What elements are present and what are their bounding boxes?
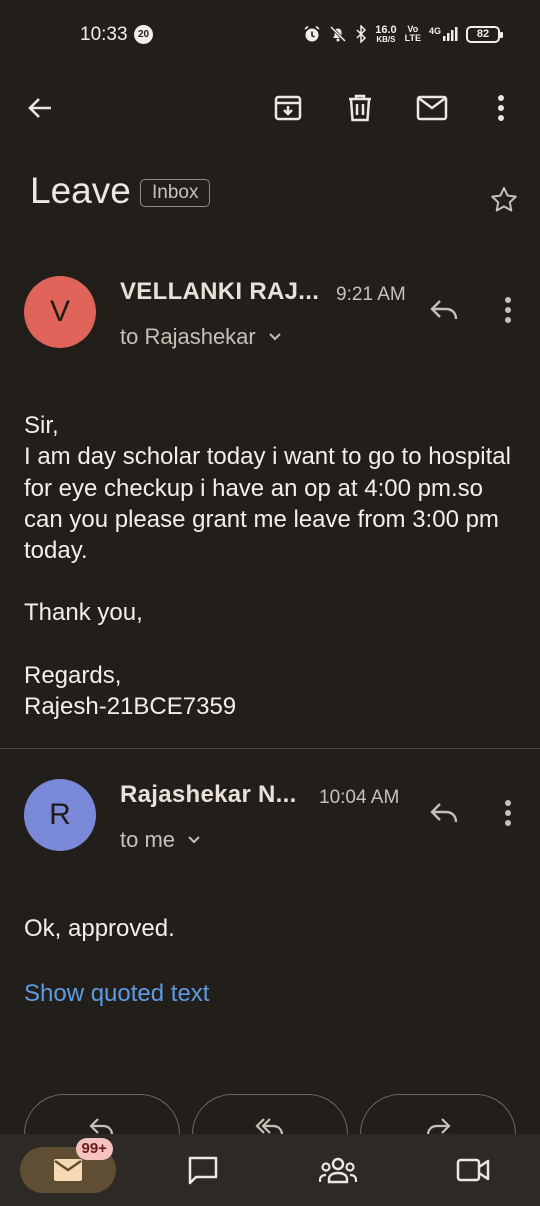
battery-indicator: 82 (466, 25, 503, 43)
recipient-details-toggle[interactable]: to me (120, 827, 201, 853)
body-line: Ok, approved. (24, 915, 175, 942)
message-time: 10:04 AM (319, 787, 400, 808)
recipient-text: to me (120, 827, 176, 852)
avatar[interactable]: R (24, 779, 96, 851)
bluetooth-icon (355, 25, 367, 43)
recipient-details-toggle[interactable]: to Rajashekar (120, 324, 282, 350)
nav-spaces[interactable] (270, 1134, 405, 1206)
spaces-icon (318, 1157, 357, 1184)
reply-button[interactable] (424, 793, 464, 833)
mail-unread-badge: 99+ (75, 1138, 113, 1160)
message-time: 9:21 AM (336, 284, 406, 305)
message-divider (0, 748, 540, 749)
notification-count-badge: 20 (134, 25, 153, 44)
nav-mail-active-indicator: 99+ (19, 1138, 116, 1193)
status-time: 10:33 (80, 24, 128, 45)
message-more-button[interactable] (490, 290, 526, 330)
nav-mail[interactable]: 99+ (0, 1134, 135, 1206)
star-icon (491, 187, 517, 212)
alarm-icon (303, 25, 321, 43)
volte-bottom: LTE (404, 33, 421, 43)
signal-icon: 4G (429, 26, 458, 42)
mute-icon (329, 25, 347, 43)
archive-icon (274, 95, 302, 121)
net-speed: 16.0 KB/S (375, 23, 397, 44)
delete-icon (349, 94, 371, 122)
sender-name: VELLANKI RAJ... (120, 278, 320, 305)
reply-button[interactable] (424, 290, 464, 330)
email-toolbar (0, 78, 540, 138)
message-header[interactable]: R Rajashekar N... 10:04 AM to me (0, 779, 540, 863)
inbox-label-chip[interactable]: Inbox (140, 179, 211, 207)
reply-icon (430, 803, 458, 823)
nav-meet[interactable] (405, 1134, 540, 1206)
status-bar: 10:33 20 16.0 KB/S Vo LTE 4G 82 (0, 0, 540, 68)
subject-row: Leave Inbox (30, 168, 540, 220)
back-button[interactable] (16, 78, 64, 138)
net-speed-value: 16.0 (375, 23, 397, 36)
mark-unread-button[interactable] (408, 78, 456, 138)
chevron-down-icon (269, 333, 281, 341)
message-body: Ok, approved. (24, 913, 524, 944)
back-arrow-icon (28, 98, 51, 118)
email-screen: 10:33 20 16.0 KB/S Vo LTE 4G 82 Leave In… (0, 0, 540, 1206)
more-options-button[interactable] (477, 78, 525, 138)
body-line: Sir, (24, 412, 59, 439)
body-line: Thank you, (24, 599, 143, 627)
more-vert-icon (505, 800, 511, 826)
mail-icon (53, 1159, 82, 1181)
message-header[interactable]: V VELLANKI RAJ... 9:21 AM to Rajashekar (0, 276, 540, 360)
archive-button[interactable] (264, 78, 312, 138)
sender-name: Rajashekar N... (120, 781, 297, 808)
network-type: 4G (428, 26, 441, 36)
chat-icon (188, 1156, 217, 1185)
mail-unread-icon (416, 95, 448, 121)
body-line (24, 566, 524, 597)
avatar[interactable]: V (24, 276, 96, 348)
bottom-navigation: 99+ (0, 1134, 540, 1206)
meet-icon (456, 1158, 489, 1182)
show-quoted-text-link[interactable]: Show quoted text (24, 980, 209, 1008)
body-line: I am day scholar today i want to go to h… (24, 443, 511, 565)
net-speed-unit: KB/S (376, 34, 396, 44)
email-subject: Leave (30, 170, 131, 211)
recipient-text: to Rajashekar (120, 324, 256, 349)
more-vert-icon (505, 297, 511, 323)
message-more-button[interactable] (490, 793, 526, 833)
body-line: Regards, (24, 661, 122, 689)
star-button[interactable] (486, 182, 522, 218)
volte-indicator: Vo LTE (405, 25, 421, 43)
more-vert-icon (498, 95, 504, 121)
body-line: Rajesh-21BCE7359 (24, 693, 237, 721)
delete-button[interactable] (336, 78, 384, 138)
message-body: Sir, I am day scholar today i want to go… (24, 410, 524, 722)
chevron-down-icon (188, 836, 200, 844)
reply-icon (430, 300, 458, 320)
body-line (24, 629, 524, 660)
nav-chat[interactable] (135, 1134, 270, 1206)
